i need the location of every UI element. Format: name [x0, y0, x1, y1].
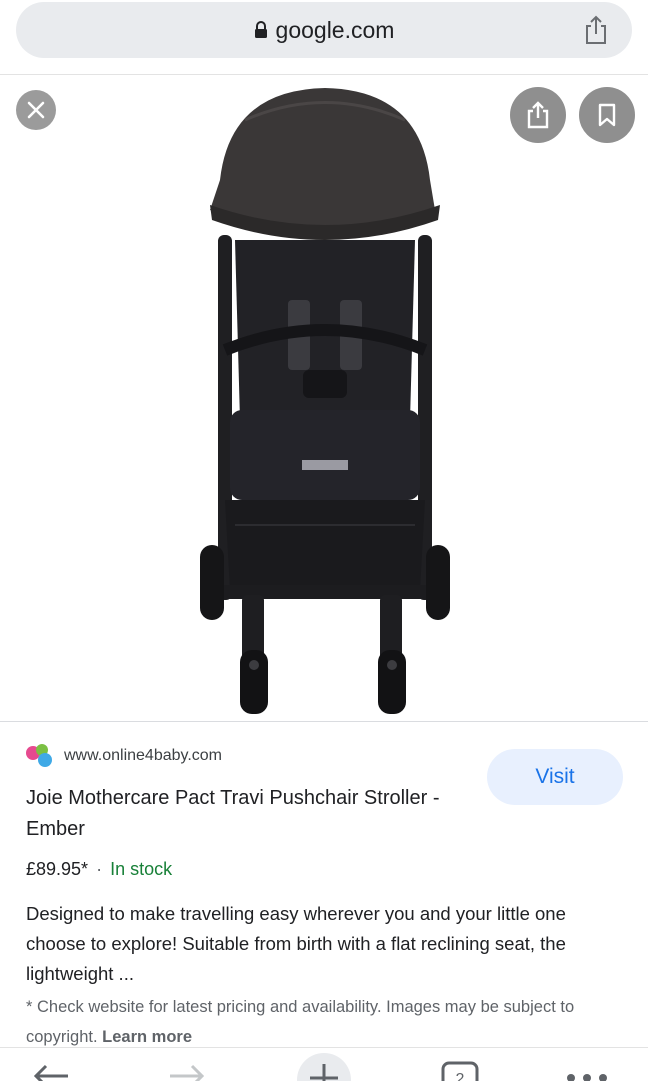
image-save-button[interactable]	[579, 87, 635, 143]
image-share-button[interactable]	[510, 87, 566, 143]
bottom-toolbar: 2	[0, 1047, 648, 1081]
product-description: Designed to make travelling easy whereve…	[26, 903, 566, 984]
close-button[interactable]	[16, 90, 56, 130]
lock-icon	[254, 21, 267, 38]
product-title[interactable]: Joie Mothercare Pact Travi Pushchair Str…	[26, 783, 446, 845]
product-image[interactable]	[190, 80, 460, 720]
visit-button[interactable]: Visit	[487, 749, 623, 805]
source-url[interactable]: www.online4baby.com	[64, 747, 222, 765]
bookmark-icon	[598, 103, 616, 127]
address-bar[interactable]: google.com	[16, 2, 632, 58]
share-icon[interactable]	[582, 14, 610, 46]
url-text: google.com	[275, 16, 395, 43]
disclaimer: * Check website for latest pricing and a…	[26, 992, 626, 1052]
stock-status: In stock	[110, 859, 173, 879]
tabs-icon[interactable]: 2	[440, 1060, 480, 1081]
new-tab-icon[interactable]	[296, 1052, 352, 1081]
share-icon	[527, 101, 549, 129]
browser-toolbar: google.com	[0, 0, 648, 75]
source-row[interactable]: www.online4baby.com	[26, 744, 222, 768]
price: £89.95*	[26, 859, 89, 879]
separator: ·	[96, 859, 103, 879]
forward-icon[interactable]	[168, 1058, 208, 1081]
price-row: £89.95* · In stock	[26, 859, 172, 880]
close-icon	[27, 101, 45, 119]
learn-more-link[interactable]: Learn more	[102, 1028, 192, 1046]
back-icon[interactable]	[30, 1058, 70, 1081]
url-display[interactable]: google.com	[254, 16, 395, 44]
site-favicon	[26, 744, 54, 768]
